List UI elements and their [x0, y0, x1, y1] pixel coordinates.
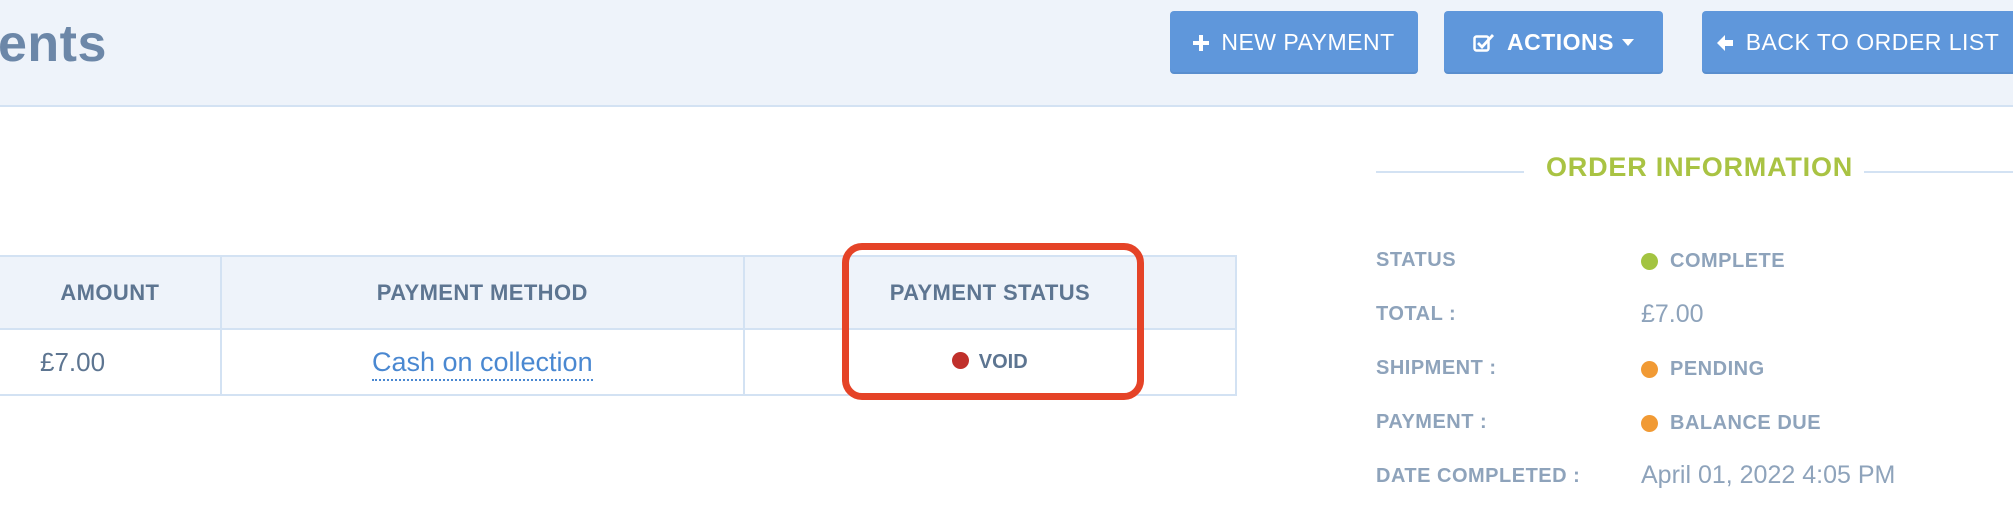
payment-value: BALANCE DUE: [1670, 412, 1822, 434]
date-completed-value: April 01, 2022 4:05 PM: [1641, 461, 1896, 489]
payment-method-cell: Cash on collection: [219, 328, 745, 396]
page-title: ents: [0, 15, 107, 73]
divider: [1864, 171, 2013, 173]
payment-status-badge: BALANCE DUE: [1641, 412, 1821, 435]
status-label: STATUS: [1376, 249, 1457, 271]
status-dot-icon: [1641, 253, 1658, 270]
new-payment-label: NEW PAYMENT: [1221, 29, 1395, 55]
total-value: £7.00: [1641, 300, 1704, 328]
status-dot-icon: [1641, 361, 1658, 378]
total-label: TOTAL :: [1376, 303, 1457, 325]
shipment-label: SHIPMENT :: [1376, 357, 1497, 379]
shipment-value: PENDING: [1670, 358, 1765, 380]
payment-label: PAYMENT :: [1376, 411, 1488, 433]
date-completed-label: DATE COMPLETED :: [1376, 465, 1581, 487]
amount-cell: £7.00: [0, 328, 222, 396]
plus-icon: [1193, 34, 1210, 51]
order-status-badge: COMPLETE: [1641, 250, 1785, 273]
divider: [1376, 171, 1524, 173]
shipment-status-badge: PENDING: [1641, 358, 1765, 381]
order-status-value: COMPLETE: [1670, 250, 1786, 272]
order-information-panel: ORDER INFORMATION STATUS COMPLETE TOTAL …: [1376, 0, 2013, 527]
payment-method-link[interactable]: Cash on collection: [371, 346, 593, 381]
payment-status-highlight: [842, 243, 1144, 400]
status-dot-icon: [1641, 415, 1658, 432]
column-header-payment-method[interactable]: PAYMENT METHOD: [219, 255, 745, 330]
column-header-amount[interactable]: AMOUNT: [0, 255, 222, 330]
order-information-title: ORDER INFORMATION: [1546, 152, 1854, 182]
